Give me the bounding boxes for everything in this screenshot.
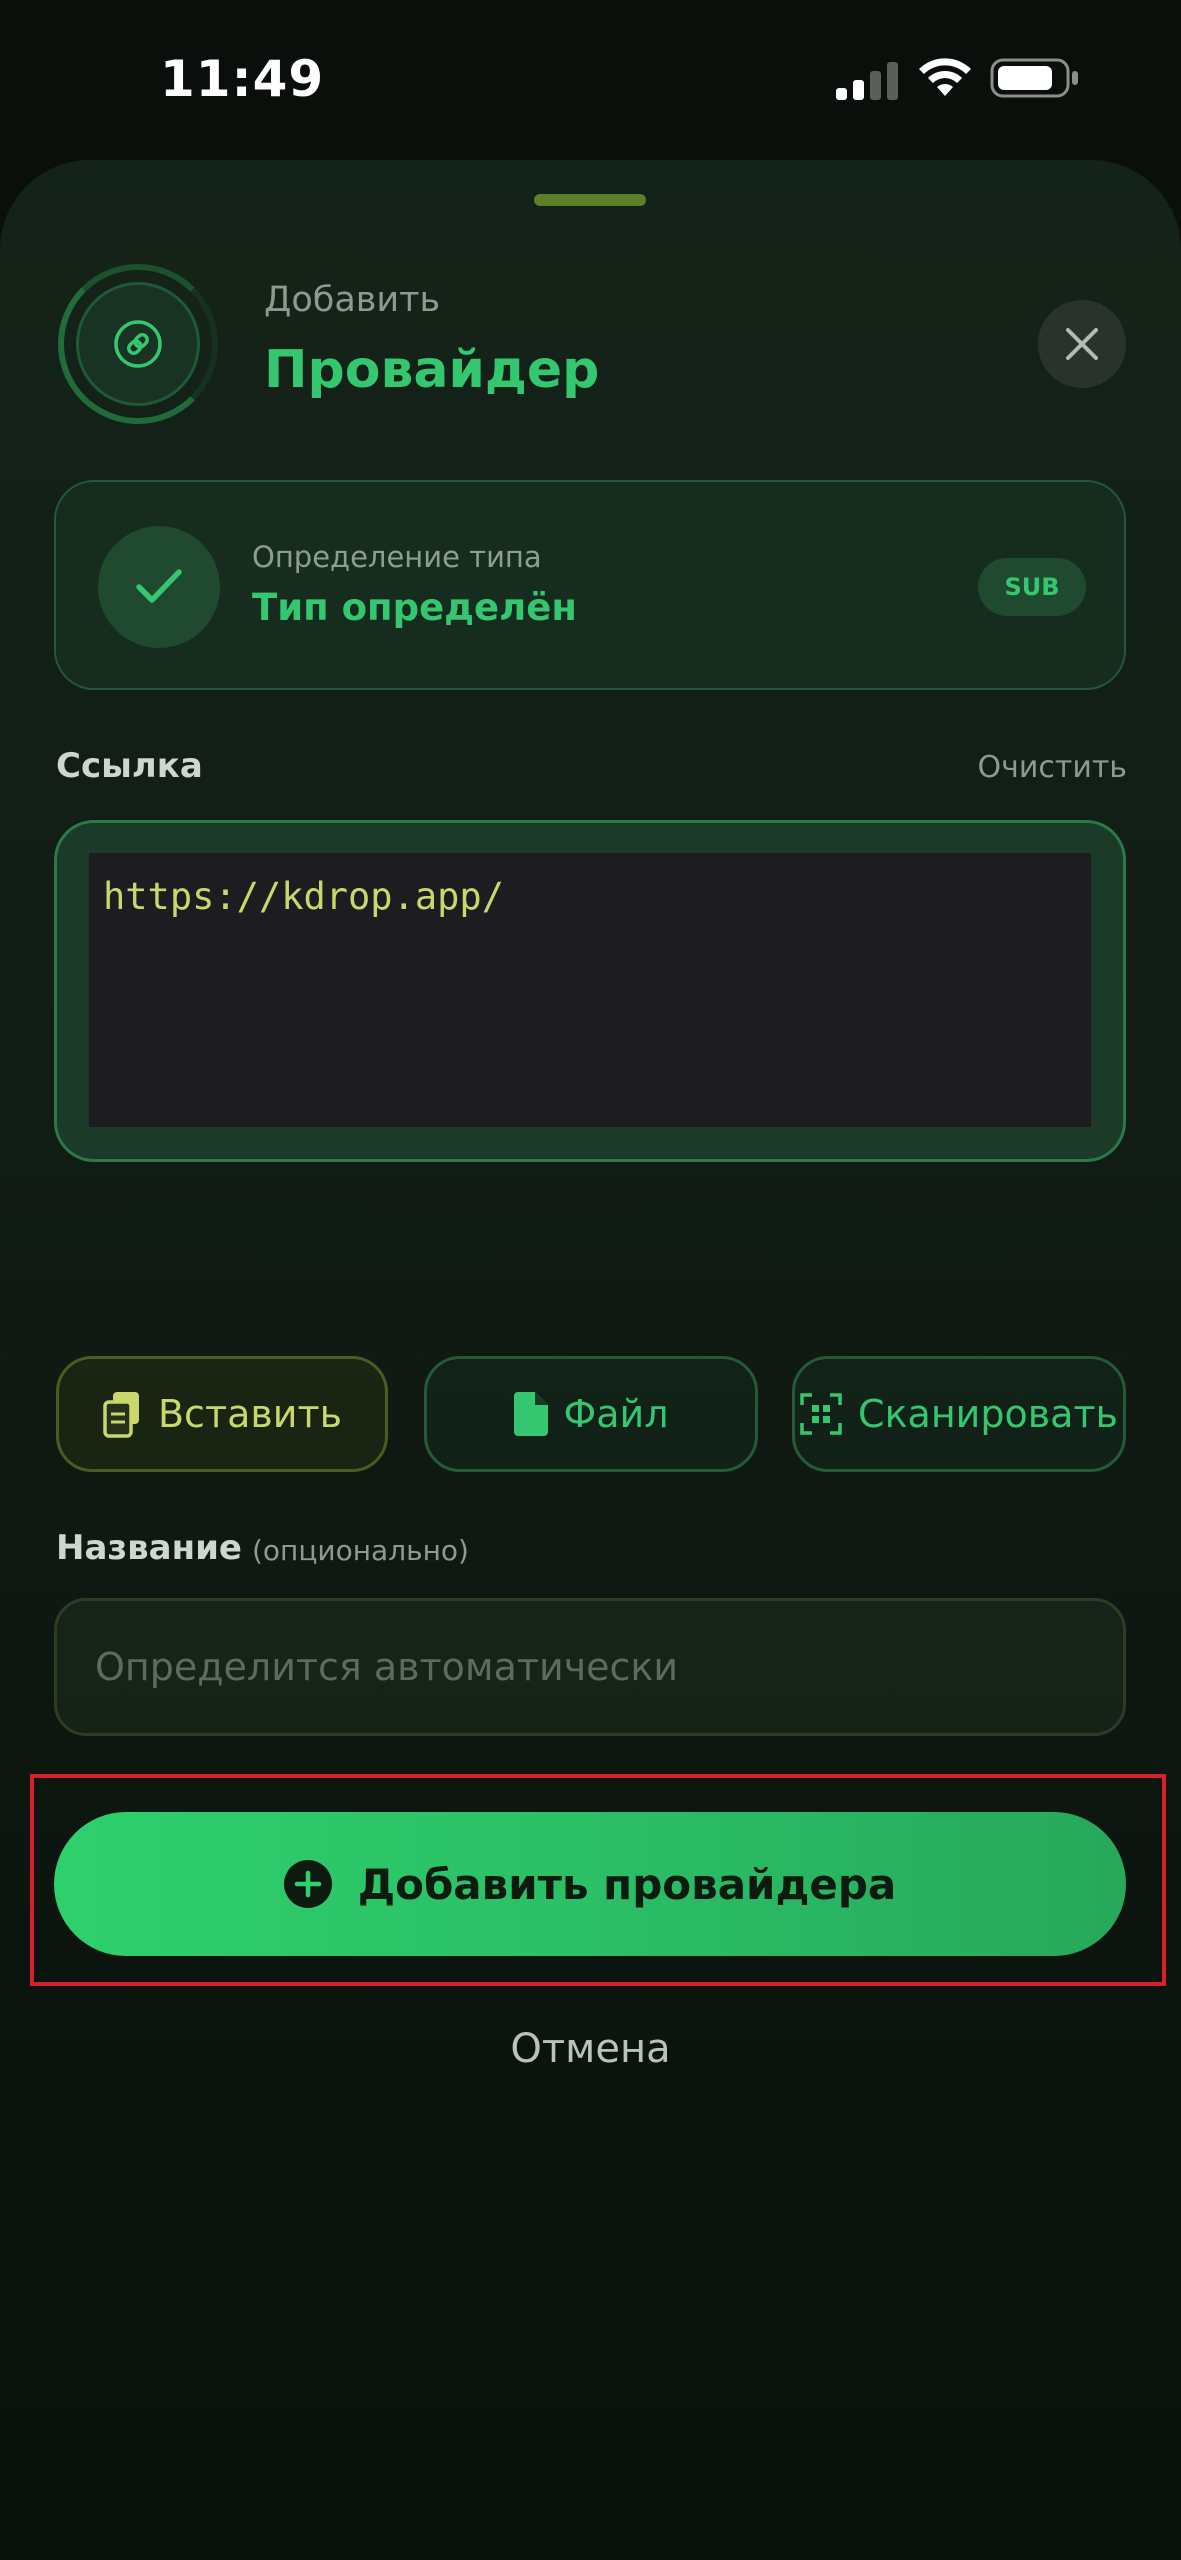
link-icon <box>114 320 162 368</box>
add-provider-button-label: Добавить провайдера <box>357 1859 897 1909</box>
link-input-container: https://kdrop.app/ <box>54 820 1126 1162</box>
name-input[interactable] <box>54 1598 1126 1736</box>
battery-icon <box>990 58 1078 98</box>
plus-circle-icon <box>283 1860 332 1908</box>
header-subtitle: Добавить <box>264 280 441 320</box>
type-detection-status: Тип определён <box>252 586 577 629</box>
clear-button[interactable]: Очистить <box>978 750 1127 785</box>
header-icon-badge <box>76 282 200 406</box>
file-icon <box>513 1392 548 1436</box>
clipboard-icon <box>103 1392 139 1438</box>
checkmark-icon <box>136 569 182 603</box>
type-detection-card: Определение типа Тип определён SUB <box>54 480 1126 690</box>
screen: 11:49 Добавить Провайдер Определение тип… <box>0 0 1181 2560</box>
sheet-grabber[interactable] <box>534 194 646 206</box>
page-title: Провайдер <box>264 340 600 400</box>
scan-button[interactable]: Сканировать <box>792 1356 1126 1472</box>
cancel-button[interactable]: Отмена <box>0 2026 1181 2072</box>
file-button-label: Файл <box>563 1392 669 1436</box>
add-provider-sheet: Добавить Провайдер Определение типа Тип … <box>0 160 1181 2560</box>
scan-button-label: Сканировать <box>858 1392 1118 1436</box>
status-bar: 11:49 <box>0 0 1181 150</box>
link-input[interactable]: https://kdrop.app/ <box>89 853 1091 1127</box>
name-label: Название <box>56 1528 242 1568</box>
wifi-icon <box>919 58 971 96</box>
add-provider-button[interactable]: Добавить провайдера <box>54 1812 1126 1956</box>
type-status-badge <box>98 526 220 648</box>
type-badge: SUB <box>978 558 1086 616</box>
status-time: 11:49 <box>160 50 325 108</box>
cellular-signal-icon <box>836 62 898 100</box>
type-detection-label: Определение типа <box>252 540 542 574</box>
paste-button-label: Вставить <box>157 1392 342 1436</box>
name-optional-hint: (опционально) <box>252 1534 469 1567</box>
link-label: Ссылка <box>56 746 203 786</box>
file-button[interactable]: Файл <box>424 1356 758 1472</box>
paste-button[interactable]: Вставить <box>56 1356 388 1472</box>
qr-scan-icon <box>800 1393 842 1435</box>
close-icon <box>1066 328 1098 360</box>
close-button[interactable] <box>1038 300 1126 388</box>
